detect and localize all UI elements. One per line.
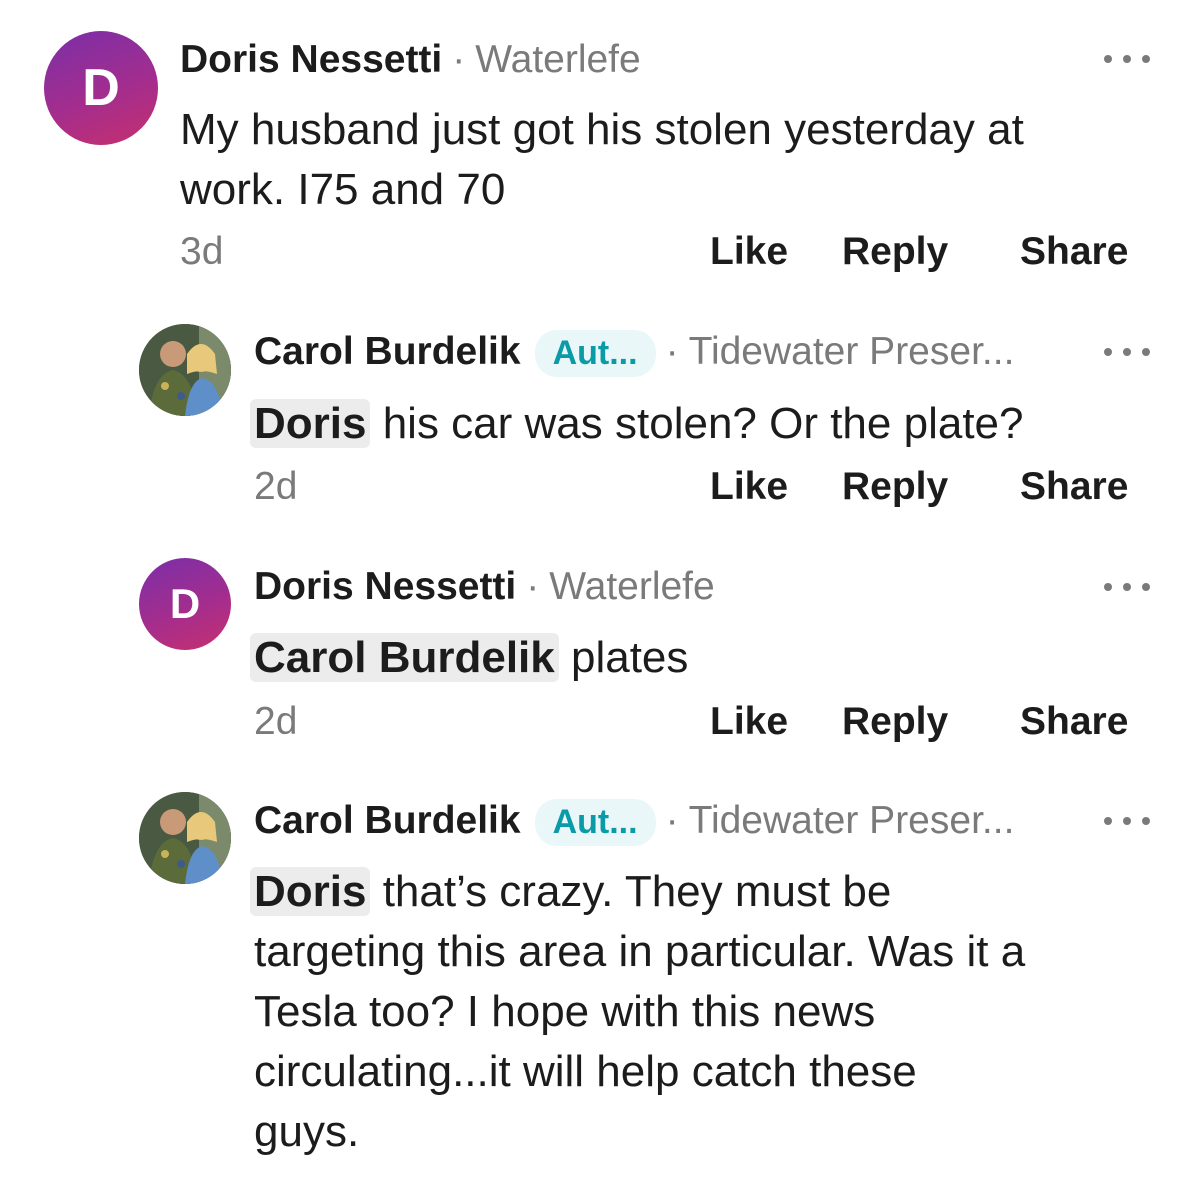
- avatar-initial: D: [169, 580, 201, 627]
- more-options-icon[interactable]: [1104, 54, 1150, 64]
- reply-button[interactable]: Reply: [842, 700, 948, 744]
- comment-text-line: circulating...it will help catch these: [254, 1047, 917, 1096]
- mention-tag[interactable]: Carol Burdelik: [250, 633, 559, 682]
- comment-text-content: his car was stolen? Or the plate?: [370, 399, 1024, 448]
- like-button[interactable]: Like: [710, 465, 788, 509]
- separator-dot: ·: [665, 799, 679, 842]
- comment-author[interactable]: Doris Nessetti: [254, 565, 516, 609]
- share-button[interactable]: Share: [1020, 465, 1128, 509]
- comment-text-line: guys.: [254, 1107, 360, 1156]
- comment-actions: 3d Like Reply Share: [0, 230, 1200, 280]
- comment-text: Doris that’s crazy. They must be targeti…: [250, 862, 1026, 1162]
- profile-photo: [139, 324, 231, 416]
- author-location[interactable]: Tidewater Preser...: [689, 799, 1015, 843]
- mention-tag[interactable]: Doris: [250, 399, 371, 448]
- share-button[interactable]: Share: [1020, 230, 1128, 274]
- mention-tag[interactable]: Doris: [250, 867, 371, 916]
- comment-text: My husband just got his stolen yesterday…: [180, 100, 1024, 220]
- comment-author[interactable]: Doris Nessetti: [180, 38, 442, 82]
- author-location[interactable]: Waterlefe: [549, 565, 714, 609]
- reply-button[interactable]: Reply: [842, 465, 948, 509]
- comment-actions: 2d Like Reply Share: [0, 465, 1200, 515]
- avatar[interactable]: [139, 324, 231, 416]
- comment-text-line: Doris that’s crazy. They must be: [250, 862, 1025, 922]
- avatar[interactable]: D: [139, 558, 231, 650]
- profile-photo: [139, 792, 231, 884]
- comment-text-line: Tesla too? I hope with this news: [254, 987, 876, 1036]
- reply-button[interactable]: Reply: [842, 230, 948, 274]
- comment-author[interactable]: Carol Burdelik: [254, 799, 521, 843]
- separator-dot: ·: [526, 565, 540, 608]
- comment-actions: 2d Like Reply Share: [0, 700, 1200, 750]
- author-location[interactable]: Waterlefe: [475, 38, 640, 82]
- comment-timestamp: 2d: [254, 465, 298, 508]
- comment-text-line: targeting this area in particular. Was i…: [254, 927, 1026, 976]
- author-badge[interactable]: Aut...: [534, 799, 656, 846]
- comment-timestamp: 3d: [180, 230, 224, 273]
- comment-text-line: My husband just got his stolen yesterday…: [180, 105, 1024, 154]
- more-options-icon[interactable]: [1104, 582, 1150, 592]
- comment-author[interactable]: Carol Burdelik: [254, 330, 521, 374]
- more-options-icon[interactable]: [1104, 347, 1150, 357]
- like-button[interactable]: Like: [710, 700, 788, 744]
- comment-text: Doris his car was stolen? Or the plate?: [250, 394, 1024, 454]
- avatar[interactable]: D: [44, 31, 158, 145]
- author-badge[interactable]: Aut...: [534, 330, 656, 377]
- comment-timestamp: 2d: [254, 700, 298, 743]
- comment-text-line: work. I75 and 70: [180, 165, 506, 214]
- like-button[interactable]: Like: [710, 230, 788, 274]
- avatar-initial: D: [82, 59, 120, 117]
- comment-text-content: that’s crazy. They must be: [370, 867, 892, 916]
- author-location[interactable]: Tidewater Preser...: [689, 330, 1015, 374]
- separator-dot: ·: [452, 38, 466, 81]
- avatar[interactable]: [139, 792, 231, 884]
- separator-dot: ·: [665, 330, 679, 373]
- share-button[interactable]: Share: [1020, 700, 1128, 744]
- comment-text: Carol Burdelik plates: [250, 628, 689, 688]
- more-options-icon[interactable]: [1104, 816, 1150, 826]
- comment-text-content: plates: [558, 633, 689, 682]
